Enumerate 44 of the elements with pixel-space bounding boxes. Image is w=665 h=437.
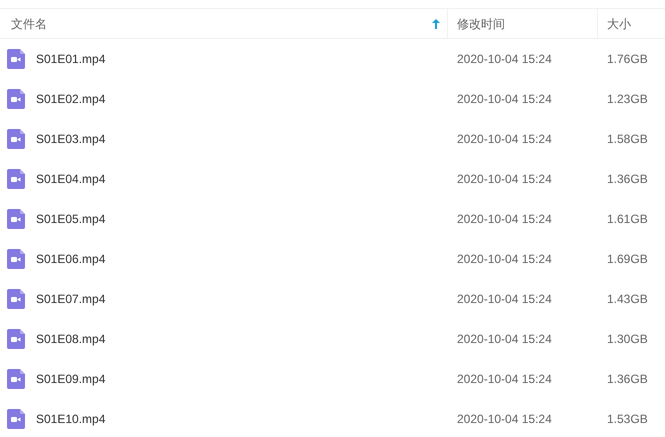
file-size: 1.30GB xyxy=(607,332,648,346)
video-file-icon xyxy=(7,169,25,189)
modified-time: 2020-10-04 15:24 xyxy=(457,92,552,106)
video-file-icon xyxy=(7,409,25,429)
file-name[interactable]: S01E07.mp4 xyxy=(36,290,106,308)
sort-up-icon[interactable] xyxy=(432,18,440,28)
file-name[interactable]: S01E08.mp4 xyxy=(36,330,106,348)
modified-time: 2020-10-04 15:24 xyxy=(457,52,552,66)
modified-time: 2020-10-04 15:24 xyxy=(457,252,552,266)
modified-time: 2020-10-04 15:24 xyxy=(457,172,552,186)
video-file-icon xyxy=(7,329,25,349)
video-file-icon xyxy=(7,369,25,389)
video-file-icon xyxy=(7,249,25,269)
file-size: 1.58GB xyxy=(607,132,648,146)
file-name[interactable]: S01E01.mp4 xyxy=(36,50,106,68)
file-size: 1.23GB xyxy=(607,92,648,106)
file-size: 1.76GB xyxy=(607,52,648,66)
file-name[interactable]: S01E05.mp4 xyxy=(36,210,106,228)
file-size: 1.69GB xyxy=(607,252,648,266)
modified-time: 2020-10-04 15:24 xyxy=(457,212,552,226)
file-name[interactable]: S01E10.mp4 xyxy=(36,410,106,428)
column-header[interactable]: 大小 xyxy=(607,14,631,32)
file-name[interactable]: S01E09.mp4 xyxy=(36,370,106,388)
file-size: 1.36GB xyxy=(607,372,648,386)
file-size: 1.43GB xyxy=(607,292,648,306)
modified-time: 2020-10-04 15:24 xyxy=(457,372,552,386)
modified-time: 2020-10-04 15:24 xyxy=(457,412,552,426)
column-header[interactable]: 文件名 xyxy=(11,14,47,32)
modified-time: 2020-10-04 15:24 xyxy=(457,132,552,146)
video-file-icon xyxy=(7,49,25,69)
file-name[interactable]: S01E04.mp4 xyxy=(36,170,106,188)
file-name[interactable]: S01E06.mp4 xyxy=(36,250,106,268)
column-header[interactable]: 修改时间 xyxy=(457,14,505,32)
video-file-icon xyxy=(7,129,25,149)
video-file-icon xyxy=(7,89,25,109)
modified-time: 2020-10-04 15:24 xyxy=(457,292,552,306)
file-name[interactable]: S01E03.mp4 xyxy=(36,130,106,148)
file-size: 1.36GB xyxy=(607,172,648,186)
file-size: 1.53GB xyxy=(607,412,648,426)
modified-time: 2020-10-04 15:24 xyxy=(457,332,552,346)
video-file-icon xyxy=(7,209,25,229)
file-size: 1.61GB xyxy=(607,212,648,226)
video-file-icon xyxy=(7,289,25,309)
file-name[interactable]: S01E02.mp4 xyxy=(36,90,106,108)
